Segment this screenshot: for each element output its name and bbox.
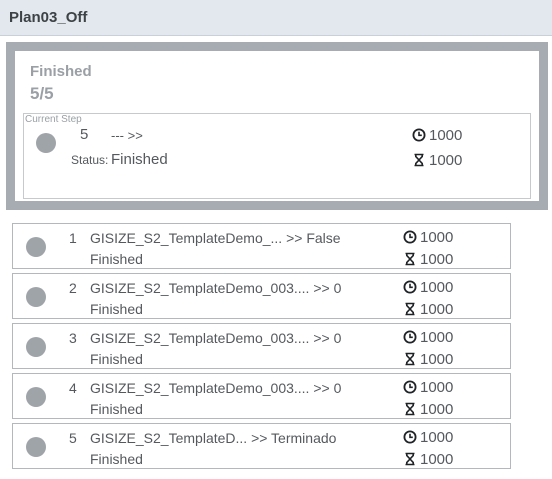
status-dot-icon xyxy=(26,387,46,407)
step-duration: 1000 xyxy=(403,400,453,418)
step-duration: 1000 xyxy=(403,300,453,318)
step-name: GISIZE_S2_TemplateDemo_003.... >> 0 xyxy=(90,380,342,396)
current-step-time: 1000 xyxy=(412,126,462,144)
step-name: GISIZE_S2_TemplateDemo_... >> False xyxy=(90,230,341,246)
step-time: 1000 xyxy=(403,378,453,396)
step-duration-value: 1000 xyxy=(420,350,454,368)
step-name: GISIZE_S2_TemplateDemo_003.... >> 0 xyxy=(90,330,342,346)
step-number: 2 xyxy=(69,280,77,296)
current-step-box: Current Step 5 --- >> Status: Finished 1… xyxy=(23,113,531,199)
step-number: 1 xyxy=(69,230,77,246)
step-row[interactable]: 2 GISIZE_S2_TemplateDemo_003.... >> 0 Fi… xyxy=(12,273,511,319)
step-time-value: 1000 xyxy=(420,378,454,396)
summary-progress-count: 5/5 xyxy=(30,84,54,103)
hourglass-icon xyxy=(414,153,424,167)
step-duration: 1000 xyxy=(403,450,453,468)
step-duration-value: 1000 xyxy=(420,400,454,418)
clock-icon xyxy=(403,430,417,444)
current-step-name: --- >> xyxy=(111,128,143,143)
hourglass-icon xyxy=(405,352,415,366)
current-step-time-value: 1000 xyxy=(429,126,463,144)
step-row[interactable]: 3 GISIZE_S2_TemplateDemo_003.... >> 0 Fi… xyxy=(12,323,511,369)
step-row[interactable]: 1 GISIZE_S2_TemplateDemo_... >> False Fi… xyxy=(12,223,511,269)
step-status: Finished xyxy=(90,451,143,467)
hourglass-icon xyxy=(405,252,415,266)
clock-icon xyxy=(403,330,417,344)
hourglass-icon xyxy=(405,402,415,416)
step-time: 1000 xyxy=(403,228,453,246)
step-name: GISIZE_S2_TemplateDemo_003.... >> 0 xyxy=(90,280,342,296)
step-number: 5 xyxy=(69,430,77,446)
step-number: 3 xyxy=(69,330,77,346)
status-dot-icon xyxy=(26,337,46,357)
status-dot-icon xyxy=(36,133,56,153)
clock-icon xyxy=(412,128,426,142)
summary-panel: Finished 5/5 Current Step 5 --- >> Statu… xyxy=(6,42,548,210)
step-time-value: 1000 xyxy=(420,278,454,296)
step-duration: 1000 xyxy=(403,250,453,268)
status-dot-icon xyxy=(26,237,46,257)
current-step-duration: 1000 xyxy=(412,151,462,169)
current-step-status: Finished xyxy=(111,151,168,168)
step-number: 4 xyxy=(69,380,77,396)
step-duration-value: 1000 xyxy=(420,300,454,318)
plan-title: Plan03_Off xyxy=(9,9,88,26)
current-step-duration-value: 1000 xyxy=(429,151,463,169)
step-time: 1000 xyxy=(403,278,453,296)
step-time-value: 1000 xyxy=(420,328,454,346)
summary-status-title: Finished xyxy=(30,63,92,80)
step-status: Finished xyxy=(90,301,143,317)
clock-icon xyxy=(403,280,417,294)
step-duration-value: 1000 xyxy=(420,250,454,268)
step-time: 1000 xyxy=(403,428,453,446)
step-time: 1000 xyxy=(403,328,453,346)
step-time-value: 1000 xyxy=(420,228,454,246)
window-header: Plan03_Off xyxy=(0,0,552,36)
step-row[interactable]: 4 GISIZE_S2_TemplateDemo_003.... >> 0 Fi… xyxy=(12,373,511,419)
step-name: GISIZE_S2_TemplateD... >> Terminado xyxy=(90,430,337,446)
step-list: 1 GISIZE_S2_TemplateDemo_... >> False Fi… xyxy=(12,223,512,473)
step-status: Finished xyxy=(90,351,143,367)
status-dot-icon xyxy=(26,437,46,457)
step-duration: 1000 xyxy=(403,350,453,368)
clock-icon xyxy=(403,380,417,394)
step-duration-value: 1000 xyxy=(420,450,454,468)
current-step-legend: Current Step xyxy=(25,114,82,125)
clock-icon xyxy=(403,230,417,244)
step-status: Finished xyxy=(90,251,143,267)
step-time-value: 1000 xyxy=(420,428,454,446)
step-status: Finished xyxy=(90,401,143,417)
hourglass-icon xyxy=(405,452,415,466)
hourglass-icon xyxy=(405,302,415,316)
current-step-status-label: Status: xyxy=(71,153,109,167)
status-dot-icon xyxy=(26,287,46,307)
step-row[interactable]: 5 GISIZE_S2_TemplateD... >> Terminado Fi… xyxy=(12,423,511,469)
current-step-number: 5 xyxy=(80,126,89,143)
